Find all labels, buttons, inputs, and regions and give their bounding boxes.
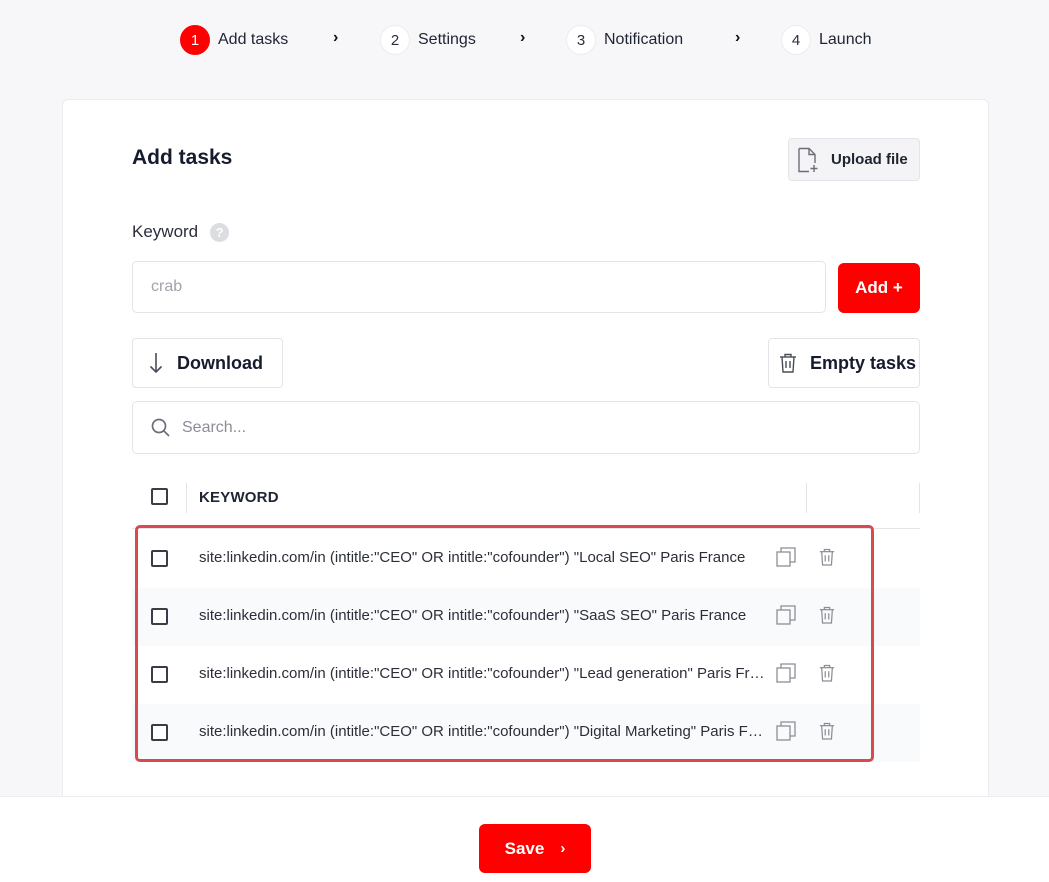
column-divider — [186, 483, 187, 513]
step-number: 1 — [180, 25, 210, 55]
row-checkbox[interactable] — [151, 724, 168, 741]
save-label: Save — [504, 838, 545, 858]
row-keyword: site:linkedin.com/in (intitle:"CEO" OR i… — [199, 723, 765, 740]
empty-tasks-button[interactable]: Empty tasks — [768, 338, 920, 388]
page-title: Add tasks — [132, 146, 233, 169]
chevron-right-icon: › — [333, 29, 339, 46]
step-notification[interactable]: 3 Notification — [566, 24, 683, 56]
table-header: KEYWORD — [132, 473, 920, 529]
copy-icon[interactable] — [776, 663, 796, 683]
step-launch[interactable]: 4 Launch — [781, 24, 872, 56]
step-number: 2 — [380, 25, 410, 55]
chevron-right-icon: › — [735, 29, 741, 46]
row-checkbox[interactable] — [151, 550, 168, 567]
trash-icon — [779, 353, 797, 373]
copy-icon[interactable] — [776, 721, 796, 741]
add-button[interactable]: Add + — [838, 263, 920, 313]
keyword-label: Keyword ? — [132, 222, 230, 242]
trash-icon[interactable] — [819, 663, 835, 683]
chevron-right-icon: › — [520, 29, 526, 46]
row-checkbox[interactable] — [151, 608, 168, 625]
step-number: 4 — [781, 25, 811, 55]
step-label: Notification — [604, 31, 684, 48]
copy-icon[interactable] — [776, 547, 796, 567]
row-keyword: site:linkedin.com/in (intitle:"CEO" OR i… — [199, 607, 747, 624]
select-all-checkbox[interactable] — [151, 488, 168, 505]
upload-file-button[interactable]: Upload file — [788, 138, 920, 181]
arrow-down-icon — [149, 352, 163, 374]
step-label: Settings — [418, 31, 476, 48]
step-label: Launch — [819, 31, 872, 48]
trash-icon[interactable] — [819, 721, 835, 741]
step-label: Add tasks — [218, 31, 289, 48]
save-button[interactable]: Save › — [479, 824, 591, 873]
step-number: 3 — [566, 25, 596, 55]
stepper: 1 Add tasks › 2 Settings › 3 Notificatio… — [0, 24, 1049, 56]
table-row: site:linkedin.com/in (intitle:"CEO" OR i… — [132, 704, 920, 762]
table-row: site:linkedin.com/in (intitle:"CEO" OR i… — [132, 530, 920, 588]
trash-icon[interactable] — [819, 605, 835, 625]
column-divider — [919, 483, 920, 513]
column-header-keyword: KEYWORD — [199, 489, 279, 506]
download-button[interactable]: Download — [132, 338, 283, 388]
search-box — [132, 401, 920, 454]
help-icon[interactable]: ? — [210, 222, 230, 242]
chevron-right-icon: › — [560, 840, 566, 857]
table-row: site:linkedin.com/in (intitle:"CEO" OR i… — [132, 646, 920, 704]
step-settings[interactable]: 2 Settings — [380, 24, 476, 56]
keyword-label-text: Keyword — [132, 222, 199, 241]
row-keyword: site:linkedin.com/in (intitle:"CEO" OR i… — [199, 549, 746, 566]
column-divider — [806, 483, 807, 513]
file-add-icon — [797, 147, 819, 173]
row-checkbox[interactable] — [151, 666, 168, 683]
copy-icon[interactable] — [776, 605, 796, 625]
empty-tasks-label: Empty tasks — [810, 352, 917, 373]
download-label: Download — [177, 352, 263, 373]
row-keyword: site:linkedin.com/in (intitle:"CEO" OR i… — [199, 665, 765, 682]
upload-file-label: Upload file — [831, 151, 908, 168]
table-row: site:linkedin.com/in (intitle:"CEO" OR i… — [132, 588, 920, 646]
trash-icon[interactable] — [819, 547, 835, 567]
search-input[interactable] — [182, 412, 882, 443]
search-icon — [151, 418, 170, 437]
add-tasks-card: Add tasks Upload file Keyword ? Add + Do… — [62, 99, 989, 819]
step-add-tasks[interactable]: 1 Add tasks — [180, 24, 288, 56]
footer-bar: Save › — [0, 796, 1049, 882]
keyword-input[interactable] — [132, 261, 826, 313]
